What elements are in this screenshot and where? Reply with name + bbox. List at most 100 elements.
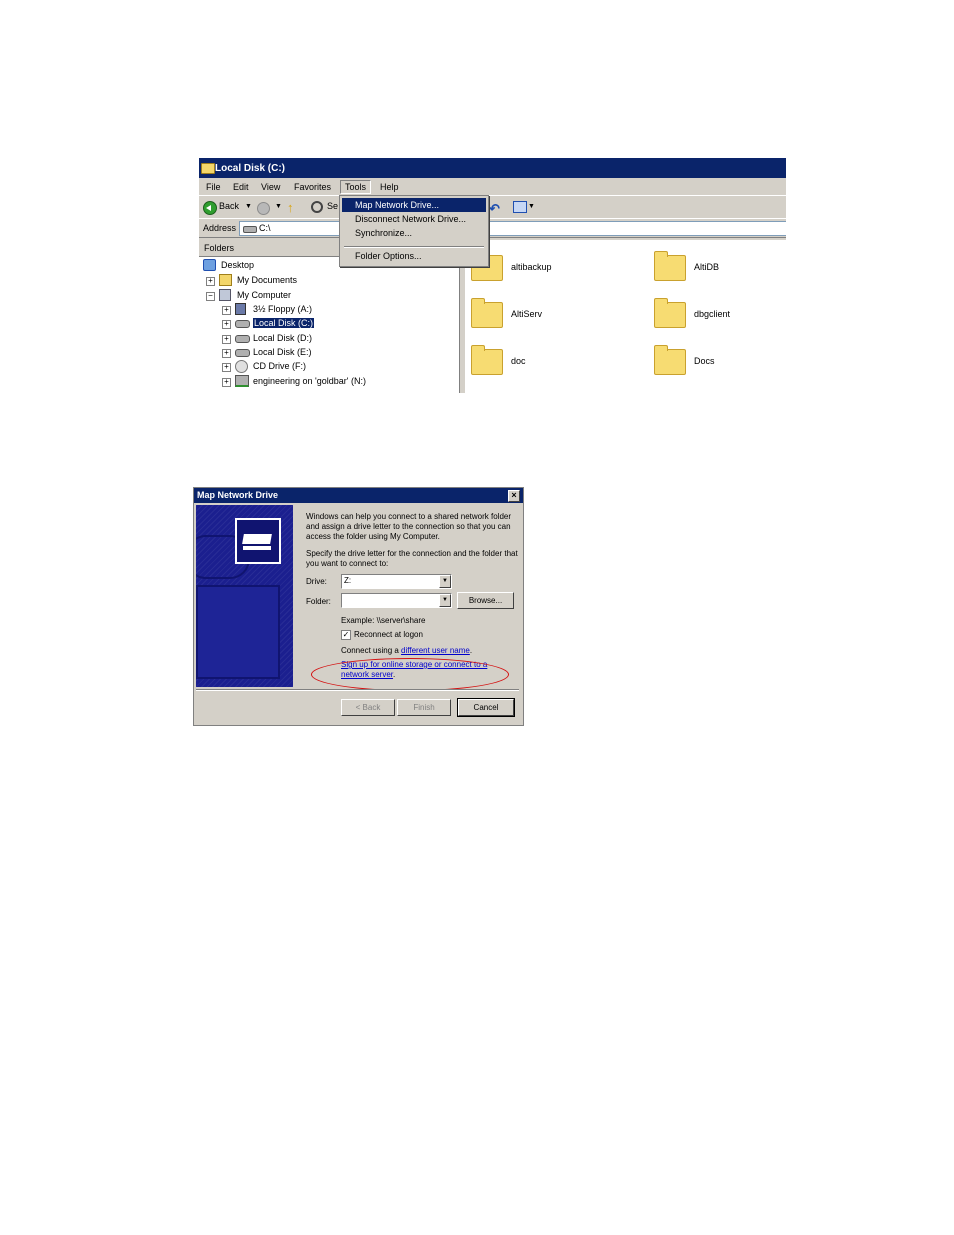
cd-icon: [235, 360, 248, 373]
back-button[interactable]: < Back: [341, 699, 395, 716]
undo-icon[interactable]: ↶: [489, 201, 500, 217]
file-name: dbgclient: [694, 309, 731, 319]
drive-shape: [243, 546, 271, 550]
file-name: altibackup: [511, 262, 552, 272]
expand-icon[interactable]: +: [206, 277, 215, 286]
wizard-banner: [196, 505, 293, 687]
search-button[interactable]: Se: [327, 201, 338, 211]
menu-favorites[interactable]: Favorites: [294, 182, 331, 192]
address-bar: Address C:\: [199, 219, 786, 238]
disk-icon: [235, 320, 250, 328]
toolbar: Back ▼ ▼ ↑ Se ↶ ▼: [199, 197, 786, 219]
different-user-link[interactable]: different user name: [401, 646, 470, 655]
file-name: Docs: [694, 356, 715, 366]
drive-label: Drive:: [306, 577, 327, 586]
tree-item-label: CD Drive (F:): [253, 361, 306, 371]
folder-input[interactable]: ▼: [341, 593, 452, 608]
menu-view[interactable]: View: [261, 182, 280, 192]
connect-line: Connect using a different user name.: [341, 646, 472, 655]
network-drive-icon: [235, 518, 281, 564]
connect-suffix: .: [469, 646, 473, 655]
views-dropdown-icon[interactable]: ▼: [528, 203, 535, 210]
folder-up-icon[interactable]: ↑: [287, 200, 299, 215]
expand-icon[interactable]: +: [222, 363, 231, 372]
drive-shape: [242, 534, 272, 544]
folder-icon: [654, 345, 686, 375]
tree-item-label: Local Disk (C:): [253, 318, 315, 328]
close-icon[interactable]: ×: [508, 490, 520, 502]
menu-item-disconnect-network-drive[interactable]: Disconnect Network Drive...: [342, 212, 486, 226]
banner-shape: [196, 585, 280, 679]
files-pane: altibackup AltiDB AltiServ dbgclient doc…: [465, 240, 786, 393]
explorer-titlebar[interactable]: Local Disk (C:): [199, 158, 786, 178]
drive-value: Z:: [344, 576, 352, 585]
tree-item-label: My Documents: [237, 275, 298, 285]
menu-item-synchronize[interactable]: Synchronize...: [342, 226, 486, 240]
forward-arrow-icon[interactable]: [257, 202, 270, 215]
menu-item-label: Disconnect Network Drive...: [355, 214, 467, 224]
folder-label: Folder:: [306, 597, 331, 606]
map-network-drive-dialog: Map Network Drive × Windows can help you…: [193, 487, 524, 726]
expand-icon[interactable]: +: [222, 378, 231, 387]
disk-icon: [235, 349, 250, 357]
menu-file[interactable]: File: [206, 182, 221, 192]
tree-item-label: engineering on 'goldbar' (N:): [253, 376, 367, 386]
specify-text: Specify the drive letter for the connect…: [306, 549, 518, 568]
menu-item-label: Folder Options...: [355, 251, 422, 261]
reconnect-checkbox[interactable]: ✓: [341, 630, 351, 640]
expand-icon[interactable]: +: [222, 335, 231, 344]
file-name: doc: [511, 356, 526, 366]
search-icon[interactable]: [311, 201, 323, 213]
documents-icon: [219, 274, 232, 286]
back-button[interactable]: Back: [219, 201, 239, 211]
disk-icon: [235, 335, 250, 343]
expand-icon[interactable]: +: [222, 349, 231, 358]
chevron-down-icon[interactable]: ▼: [439, 575, 451, 588]
expand-icon[interactable]: +: [222, 320, 231, 329]
tree-item-label: Local Disk (E:): [253, 347, 312, 357]
tree-item-label: My Computer: [237, 290, 292, 300]
address-value: C:\: [259, 223, 271, 233]
menu-item-label: Map Network Drive...: [355, 200, 440, 210]
chevron-down-icon[interactable]: ▼: [439, 594, 451, 607]
highlight-ellipse: [311, 658, 509, 691]
file-name: AltiDB: [694, 262, 720, 272]
computer-icon: [219, 289, 231, 301]
finish-button[interactable]: Finish: [397, 699, 451, 716]
dialog-titlebar[interactable]: Map Network Drive ×: [194, 488, 523, 503]
tree-item-label: Desktop: [221, 260, 255, 270]
back-dropdown-icon[interactable]: ▼: [245, 203, 252, 210]
tools-menu: Map Network Drive... Disconnect Network …: [339, 195, 489, 267]
folders-label: Folders: [204, 243, 235, 253]
expand-icon[interactable]: +: [222, 306, 231, 315]
forward-dropdown-icon[interactable]: ▼: [275, 203, 282, 210]
browse-button[interactable]: Browse...: [457, 592, 514, 609]
folder-icon: [471, 345, 503, 375]
menu-item-folder-options[interactable]: Folder Options...: [342, 249, 486, 263]
views-icon[interactable]: [513, 201, 527, 213]
dialog-separator: [196, 689, 519, 691]
menu-tools[interactable]: Tools: [340, 180, 372, 194]
intro-text: Windows can help you connect to a shared…: [306, 512, 512, 541]
menu-help[interactable]: Help: [380, 182, 399, 192]
network-drive-icon: [235, 375, 249, 387]
collapse-icon[interactable]: −: [206, 292, 215, 301]
folder-open-icon: [201, 163, 215, 174]
folder-icon: [654, 298, 686, 328]
reconnect-label: Reconnect at logon: [354, 630, 423, 639]
address-label: Address: [203, 223, 237, 233]
explorer-window: Local Disk (C:) File Edit View Favorites…: [199, 158, 786, 393]
back-arrow-icon[interactable]: [203, 201, 217, 215]
window-title: Local Disk (C:): [215, 163, 286, 174]
drive-select[interactable]: Z: ▼: [341, 574, 452, 589]
menu-item-map-network-drive[interactable]: Map Network Drive...: [342, 198, 486, 212]
cancel-button[interactable]: Cancel: [457, 698, 515, 717]
tree-item-label: Local Disk (D:): [253, 333, 313, 343]
folder-icon: [471, 298, 503, 328]
menu-bar: File Edit View Favorites Tools Help: [199, 179, 786, 196]
desktop-icon: [203, 259, 216, 271]
address-input[interactable]: C:\: [239, 221, 786, 236]
menu-edit[interactable]: Edit: [233, 182, 249, 192]
folder-icon: [654, 251, 686, 281]
menu-separator: [344, 246, 484, 248]
